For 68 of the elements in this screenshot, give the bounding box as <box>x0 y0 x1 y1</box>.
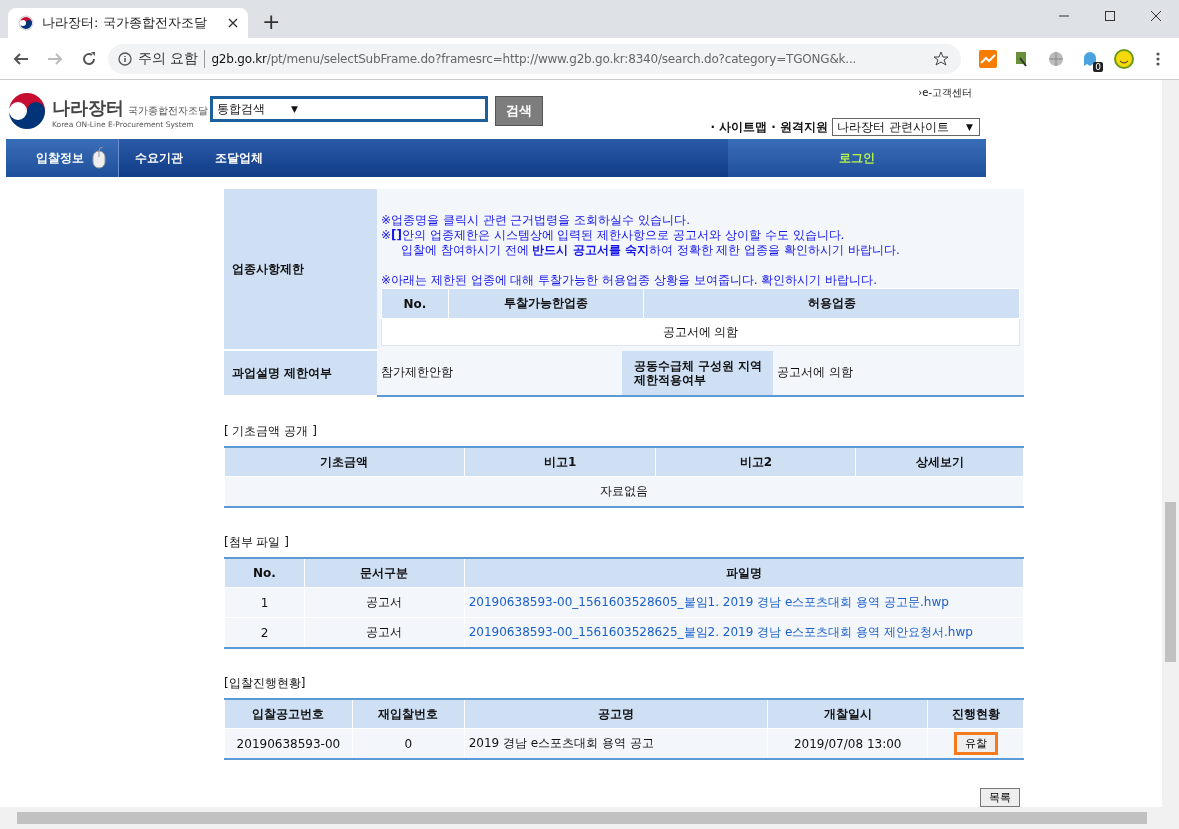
column-header: 파일명 <box>464 558 1024 588</box>
address-field[interactable]: 주의 요함 g2b.go.kr/pt/menu/selectSubFrame.do?framesrc=http://www.g2b.go.kr:8340/search.do?category=TGONG&k... <box>108 43 961 74</box>
mouse-icon <box>92 147 106 169</box>
section-title: [ 기초금액 공개 ] <box>224 423 318 440</box>
table-cell: 공고서에 의함 <box>381 318 1020 346</box>
search-category-select[interactable]: 통합검색 ▼ <box>210 96 488 122</box>
row-label: 공동수급체 구성원 지역 제한적용여부 <box>622 350 773 395</box>
file-link[interactable]: 20190638593-00_1561603528625_붙임2. 2019 경남 e스포츠대회 용역 제안요청서.hwp <box>468 625 973 639</box>
ghost-icon[interactable] <box>1081 49 1099 68</box>
column-header: 진행현황 <box>927 699 1024 729</box>
notice-text: 입찰에 참여하시기 전에 반드시 공고서를 숙지하여 정확한 제한 업종을 확인하시기 바랍니다. <box>400 243 901 258</box>
notice-text: ※아래는 제한된 업종에 대해 투찰가능한 허용업종 상황을 보여줍니다. 확인하시기 바랍니다. <box>381 273 878 288</box>
column-header: 공고명 <box>464 699 768 729</box>
security-label: 주의 요함 <box>138 49 206 68</box>
table-cell: 20190638593-00 <box>224 728 353 759</box>
column-header: 문서구분 <box>304 558 465 588</box>
login-link[interactable]: 로그인 <box>728 139 986 177</box>
nav-item[interactable]: 입찰정보 <box>6 139 119 177</box>
section-title: [입찰진행현황] <box>224 675 307 692</box>
nav-item[interactable]: 조달업체 <box>199 139 279 177</box>
column-header: No. <box>224 558 305 588</box>
vertical-scrollbar[interactable] <box>1162 80 1179 807</box>
table-cell: 1 <box>224 587 305 618</box>
favicon-icon <box>18 15 34 31</box>
table-cell: 0 <box>352 728 465 759</box>
tab-title: 나라장터: 국가종합전자조달 <box>42 14 208 32</box>
table-cell: 2019 경남 e스포츠대회 용역 공고 <box>464 728 768 759</box>
table-cell: 2019/07/08 13:00 <box>767 728 928 759</box>
column-header: 상세보기 <box>855 447 1024 477</box>
help-center-link[interactable]: ›e-고객센터 <box>918 86 972 100</box>
row-label: 업종사항제한 <box>224 189 377 350</box>
logo-subtitle: 국가종합전자조달 <box>128 105 208 116</box>
column-header: 비고1 <box>464 447 656 477</box>
list-button[interactable]: 목록 <box>980 788 1020 807</box>
logo-title: 나라장터 <box>52 97 124 118</box>
table-cell: 자료없음 <box>224 476 1024 507</box>
table-cell: 공고서에 의함 <box>773 350 1024 395</box>
table-cell: 2 <box>224 617 305 648</box>
table-cell: 공고서 <box>304 587 465 618</box>
column-header: 기초금액 <box>224 447 465 477</box>
notice-text: ※[]안의 업종제한은 시스템상에 입력된 제한사항으로 공고서와 상이할 수도 있습니다. <box>381 228 846 243</box>
search-button[interactable]: 검색 <box>495 96 543 126</box>
column-header: 입찰공고번호 <box>224 699 353 729</box>
file-link[interactable]: 20190638593-00_1561603528605_붙임1. 2019 경남 e스포츠대회 용역 공고문.hwp <box>468 595 949 609</box>
column-header: 재입찰번호 <box>352 699 465 729</box>
column-header: 비고2 <box>655 447 856 477</box>
table-cell: 공고서 <box>304 617 465 648</box>
column-header: 개찰일시 <box>767 699 928 729</box>
nav-item[interactable]: 수요기관 <box>119 139 199 177</box>
new-tab-button[interactable]: + <box>262 9 281 35</box>
close-icon[interactable] <box>228 18 238 28</box>
browser-tab[interactable]: 나라장터: 국가종합전자조달 <box>8 8 248 38</box>
column-header: 허용업종 <box>643 288 1020 319</box>
status-button[interactable]: 유찰 <box>953 732 998 755</box>
url-text: g2b.go.kr/pt/menu/selectSubFrame.do?framesrc=http://www.g2b.go.kr:8340/search.do?category=TGONG&k... <box>211 51 858 66</box>
star-icon[interactable] <box>931 50 951 67</box>
section-title: [첨부 파일 ] <box>224 534 290 551</box>
notice-text: ※업종명을 클릭시 관련 근거법령을 조회하실수 있습니다. <box>381 213 691 228</box>
count-badge: 0 <box>1093 61 1103 72</box>
table-cell: 참가제한안함 <box>377 350 622 395</box>
horizontal-scrollbar[interactable] <box>0 807 1179 829</box>
info-icon <box>118 51 132 66</box>
column-header: No. <box>381 288 449 319</box>
column-header: 투찰가능한업종 <box>448 288 644 319</box>
related-sites-select[interactable]: 나라장터 관련사이트 ▼ <box>832 118 980 136</box>
header-link[interactable]: · 원격지원 <box>771 118 828 136</box>
header-link[interactable]: · 사이트맵 <box>710 118 768 136</box>
row-label: 과업설명 제한여부 <box>224 350 377 396</box>
